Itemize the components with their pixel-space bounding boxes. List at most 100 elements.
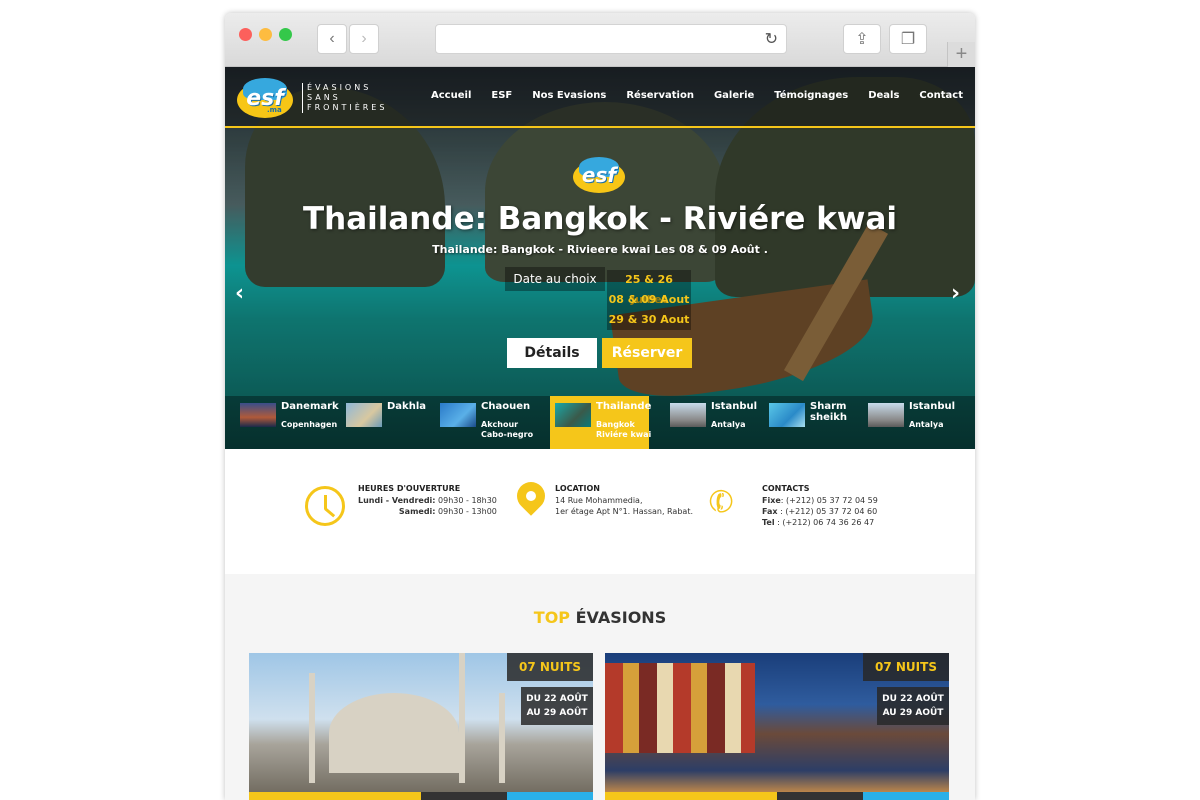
minaret-2 xyxy=(459,653,465,783)
section-title-rest: ÉVASIONS xyxy=(575,608,667,627)
thumb-danemark[interactable]: Danemark Copenhagen xyxy=(235,396,339,449)
card-footer-dark xyxy=(777,792,863,800)
houses-image xyxy=(605,663,755,753)
details-button[interactable]: Détails xyxy=(507,338,597,368)
browser-toolbar: ‹ › ↻ ⇪ ❐ + xyxy=(225,13,975,68)
chevron-left-icon: ‹ xyxy=(329,30,335,47)
brand-name: ÉVASIONS SANS FRONTIÈRES xyxy=(302,83,387,113)
brand-line-1: ÉVASIONS xyxy=(307,83,372,92)
thumb-name: Danemark xyxy=(281,401,339,412)
close-window-button[interactable] xyxy=(239,28,252,41)
mosque-image xyxy=(329,693,459,773)
date-badge: DU 22 AOÛT AU 29 AOÛT xyxy=(877,687,949,725)
date-option-1[interactable]: 25 & 26 Juillet xyxy=(607,270,691,306)
hours-line-1-value: 09h30 - 18h30 xyxy=(438,496,497,505)
menu-item-reservation[interactable]: Réservation xyxy=(626,90,694,101)
location-title: LOCATION xyxy=(555,484,600,493)
thumb-sub: Bangkok Riviére kwai xyxy=(596,420,651,440)
minimize-window-button[interactable] xyxy=(259,28,272,41)
chevron-right-icon: › xyxy=(361,30,367,47)
address-bar[interactable]: ↻ xyxy=(435,24,787,54)
destination-thumbnails: Danemark Copenhagen Dakhla Chaouen Akcho… xyxy=(225,396,975,449)
card-footer-bar xyxy=(249,792,593,800)
thumb-sub: Antalya xyxy=(711,420,746,429)
contact-tel-label: Tel xyxy=(762,518,775,527)
card-footer-bar xyxy=(605,792,949,800)
thumb-name: Thailande xyxy=(596,401,652,412)
info-bar: HEURES D'OUVERTURE Lundi - Vendredi: 09h… xyxy=(225,449,975,574)
section-title: TOP ÉVASIONS xyxy=(225,608,975,627)
back-button[interactable]: ‹ xyxy=(317,24,347,54)
tabs-button[interactable]: ❐ xyxy=(889,24,927,54)
slide-title: Thailande: Bangkok - Riviére kwai xyxy=(303,201,897,237)
menu-item-contact[interactable]: Contact xyxy=(919,90,963,101)
website: esf .ma ÉVASIONS SANS FRONTIÈRES Accueil… xyxy=(225,67,975,800)
contact-fax-label: Fax xyxy=(762,507,778,516)
contact-tel[interactable]: Tel : (+212) 06 74 36 26 47 xyxy=(762,517,878,528)
thumb-chaouen[interactable]: Chaouen Akchour Cabo-negro xyxy=(435,396,545,449)
brand-line-2: SANS xyxy=(307,93,341,102)
date-option-2[interactable]: 08 & 09 Aout xyxy=(607,290,691,310)
slider-prev-arrow-icon[interactable]: ‹ xyxy=(235,281,244,306)
menu-item-temoignages[interactable]: Témoignages xyxy=(774,90,848,101)
new-tab-button[interactable]: + xyxy=(947,42,975,68)
tabs-icon: ❐ xyxy=(900,31,916,48)
thumb-dakhla[interactable]: Dakhla xyxy=(341,396,431,449)
contact-fixe-number: : (+212) 05 37 72 04 59 xyxy=(780,496,878,505)
phone-icon: ✆ xyxy=(704,482,740,523)
menu-item-nos-evasions[interactable]: Nos Evasions xyxy=(532,90,606,101)
clock-icon xyxy=(305,486,345,526)
thumb-image xyxy=(670,403,706,427)
thumb-sub: Copenhagen xyxy=(281,420,338,429)
thumb-sub: Antalya xyxy=(909,420,944,429)
card-footer-blue xyxy=(863,792,949,800)
thumb-sub: Akchour Cabo-negro xyxy=(481,420,533,440)
reload-icon[interactable]: ↻ xyxy=(765,29,778,49)
thumb-sub-line-2: Riviére kwai xyxy=(596,430,652,439)
menu-item-accueil[interactable]: Accueil xyxy=(431,90,471,101)
thumb-image xyxy=(346,403,382,427)
contact-fixe-label: Fixe xyxy=(762,496,781,505)
site-logo[interactable]: esf .ma xyxy=(237,76,293,118)
menu-item-esf[interactable]: ESF xyxy=(491,90,512,101)
hours-line-2-label: Samedi: xyxy=(398,507,436,516)
thumb-name: Sharm sheikh xyxy=(810,401,847,423)
thumb-name: Istanbul xyxy=(909,401,956,412)
thumb-image xyxy=(769,403,805,427)
thumb-istanbul-2[interactable]: Istanbul Antalya xyxy=(863,396,963,449)
share-icon: ⇪ xyxy=(855,31,869,48)
contact-fax-number: : (+212) 05 37 72 04 60 xyxy=(780,507,878,516)
date-option-3[interactable]: 29 & 30 Aout xyxy=(607,310,691,330)
nights-badge: 07 NUITS xyxy=(863,653,949,681)
evasion-card-copenhagen[interactable]: 07 NUITS DU 22 AOÛT AU 29 AOÛT xyxy=(605,653,949,800)
date-from: DU 22 AOÛT xyxy=(526,694,588,704)
share-button[interactable]: ⇪ xyxy=(843,24,881,54)
contact-fax[interactable]: Fax : (+212) 05 37 72 04 60 xyxy=(762,506,878,517)
reserve-button[interactable]: Réserver xyxy=(602,338,692,368)
contact-fixe[interactable]: Fixe: (+212) 05 37 72 04 59 xyxy=(762,495,878,506)
slider-next-arrow-icon[interactable]: › xyxy=(951,281,960,306)
thumb-name-line-2: sheikh xyxy=(810,412,848,423)
thumb-sharm-sheikh[interactable]: Sharm sheikh xyxy=(764,396,856,449)
thumb-image xyxy=(555,403,591,427)
minaret-3 xyxy=(499,693,505,783)
menu-item-deals[interactable]: Deals xyxy=(868,90,899,101)
thumb-thailande[interactable]: Thailande Bangkok Riviére kwai xyxy=(550,396,652,449)
forward-button[interactable]: › xyxy=(349,24,379,54)
contacts: CONTACTS Fixe: (+212) 05 37 72 04 59 Fax… xyxy=(762,484,878,528)
hours-title: HEURES D'OUVERTURE xyxy=(358,484,461,493)
thumb-sub-line-1: Bangkok xyxy=(596,420,635,429)
thumb-istanbul-1[interactable]: Istanbul Antalya xyxy=(665,396,757,449)
evasion-card-istanbul[interactable]: 07 NUITS DU 22 AOÛT AU 29 AOÛT xyxy=(249,653,593,800)
card-footer-blue xyxy=(507,792,593,800)
section-title-highlight: TOP xyxy=(533,608,571,627)
maximize-window-button[interactable] xyxy=(279,28,292,41)
thumb-name-line-1: Sharm xyxy=(810,401,847,412)
top-evasions-section: TOP ÉVASIONS 07 NUITS DU 22 AOÛT AU 29 AO… xyxy=(225,574,975,800)
hours-line-1: Lundi - Vendredi: 09h30 - 18h30 xyxy=(358,495,497,506)
location: LOCATION 14 Rue Mohammedia, 1er étage Ap… xyxy=(555,484,693,517)
menu-item-galerie[interactable]: Galerie xyxy=(714,90,754,101)
hours-line-2-value: 09h30 - 13h00 xyxy=(438,507,497,516)
date-from: DU 22 AOÛT xyxy=(882,694,944,704)
card-footer-yellow xyxy=(249,792,421,800)
